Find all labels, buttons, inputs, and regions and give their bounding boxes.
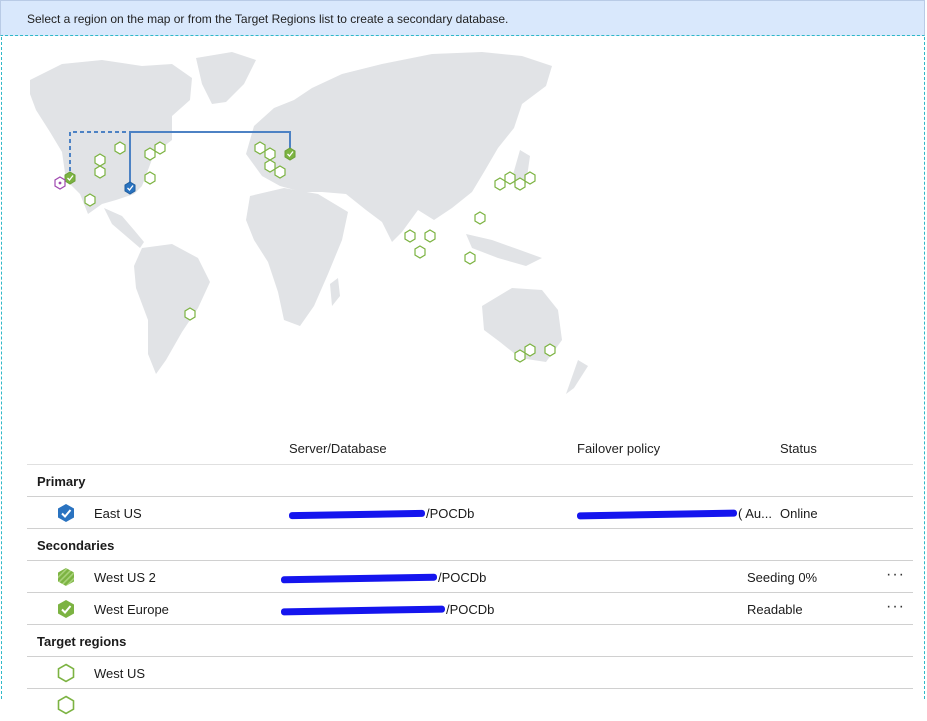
region-name[interactable]: West US	[94, 666, 145, 681]
status-text: Readable	[747, 602, 803, 617]
east-us-marker[interactable]	[124, 181, 136, 195]
region-hex-icon[interactable]	[264, 147, 276, 161]
west-europe-marker[interactable]	[284, 147, 296, 161]
table-row-primary[interactable]: East US /POCDb ( Au... Online	[27, 497, 913, 529]
section-title: Target regions	[37, 634, 127, 649]
table-row-secondary[interactable]: West US 2 /POCDb Seeding 0% ···	[27, 561, 913, 593]
region-hex-icon[interactable]	[94, 165, 106, 179]
section-title: Secondaries	[37, 538, 115, 553]
failover-policy: ( Au...	[576, 506, 772, 521]
section-primary: Primary	[27, 465, 913, 497]
region-hex-icon[interactable]	[414, 245, 426, 259]
region-hex-icon[interactable]	[504, 171, 516, 185]
region-hex-icon[interactable]	[424, 229, 436, 243]
more-options-button[interactable]: ···	[886, 566, 905, 584]
redacted-text	[280, 605, 446, 616]
server-database: /POCDb	[288, 506, 474, 521]
region-hex-icon[interactable]	[524, 343, 536, 357]
column-server-database[interactable]: Server/Database	[289, 441, 387, 456]
world-map[interactable]	[22, 44, 622, 404]
table-row-target[interactable]: West US	[27, 657, 913, 689]
region-hex-icon[interactable]	[154, 141, 166, 155]
region-hex-icon[interactable]	[184, 307, 196, 321]
region-name[interactable]: West US 2	[94, 570, 156, 585]
land-masses	[30, 52, 588, 394]
status-text: Seeding 0%	[747, 570, 818, 585]
region-hex-icon[interactable]	[474, 211, 486, 225]
server-database: /POCDb	[280, 570, 486, 585]
region-hex-icon[interactable]	[84, 193, 96, 207]
info-banner: Select a region on the map or from the T…	[0, 0, 925, 36]
table-row-target[interactable]	[27, 689, 913, 721]
section-secondaries: Secondaries	[27, 529, 913, 561]
region-hex-icon[interactable]	[94, 153, 106, 167]
available-hex-icon	[57, 663, 75, 683]
more-options-button[interactable]: ···	[886, 598, 905, 616]
west-us-2-marker[interactable]	[64, 171, 76, 185]
table-row-secondary[interactable]: West Europe /POCDb Readable ···	[27, 593, 913, 625]
redacted-text	[280, 573, 438, 584]
grid-header: Server/Database Failover policy Status	[27, 432, 913, 465]
region-hex-icon[interactable]	[114, 141, 126, 155]
region-hex-icon[interactable]	[514, 349, 526, 363]
region-hex-icon[interactable]	[274, 165, 286, 179]
section-title: Primary	[37, 474, 86, 489]
server-database: /POCDb	[280, 602, 494, 617]
region-hex-icon[interactable]	[144, 171, 156, 185]
region-hex-icon[interactable]	[494, 177, 506, 191]
region-hex-icon[interactable]	[514, 177, 526, 191]
available-hex-icon	[57, 695, 75, 715]
west-us-marker[interactable]	[54, 176, 66, 190]
seeding-hex-icon	[58, 568, 74, 586]
region-hex-icon[interactable]	[404, 229, 416, 243]
readable-check-hex-icon	[58, 600, 74, 618]
status-text: Online	[780, 506, 818, 521]
region-name[interactable]: East US	[94, 506, 142, 521]
region-hex-icon[interactable]	[254, 141, 266, 155]
column-status[interactable]: Status	[780, 441, 817, 456]
region-hex-icon[interactable]	[264, 159, 276, 173]
section-target-regions: Target regions	[27, 625, 913, 657]
region-hex-icon[interactable]	[544, 343, 556, 357]
region-hex-icon[interactable]	[464, 251, 476, 265]
region-hex-icon[interactable]	[524, 171, 536, 185]
primary-check-hex-icon	[58, 504, 74, 522]
column-failover-policy[interactable]: Failover policy	[577, 441, 660, 456]
redacted-text	[576, 509, 738, 520]
region-hex-icon[interactable]	[144, 147, 156, 161]
info-message: Select a region on the map or from the T…	[27, 12, 509, 26]
redacted-text	[288, 509, 426, 520]
region-name[interactable]: West Europe	[94, 602, 169, 617]
